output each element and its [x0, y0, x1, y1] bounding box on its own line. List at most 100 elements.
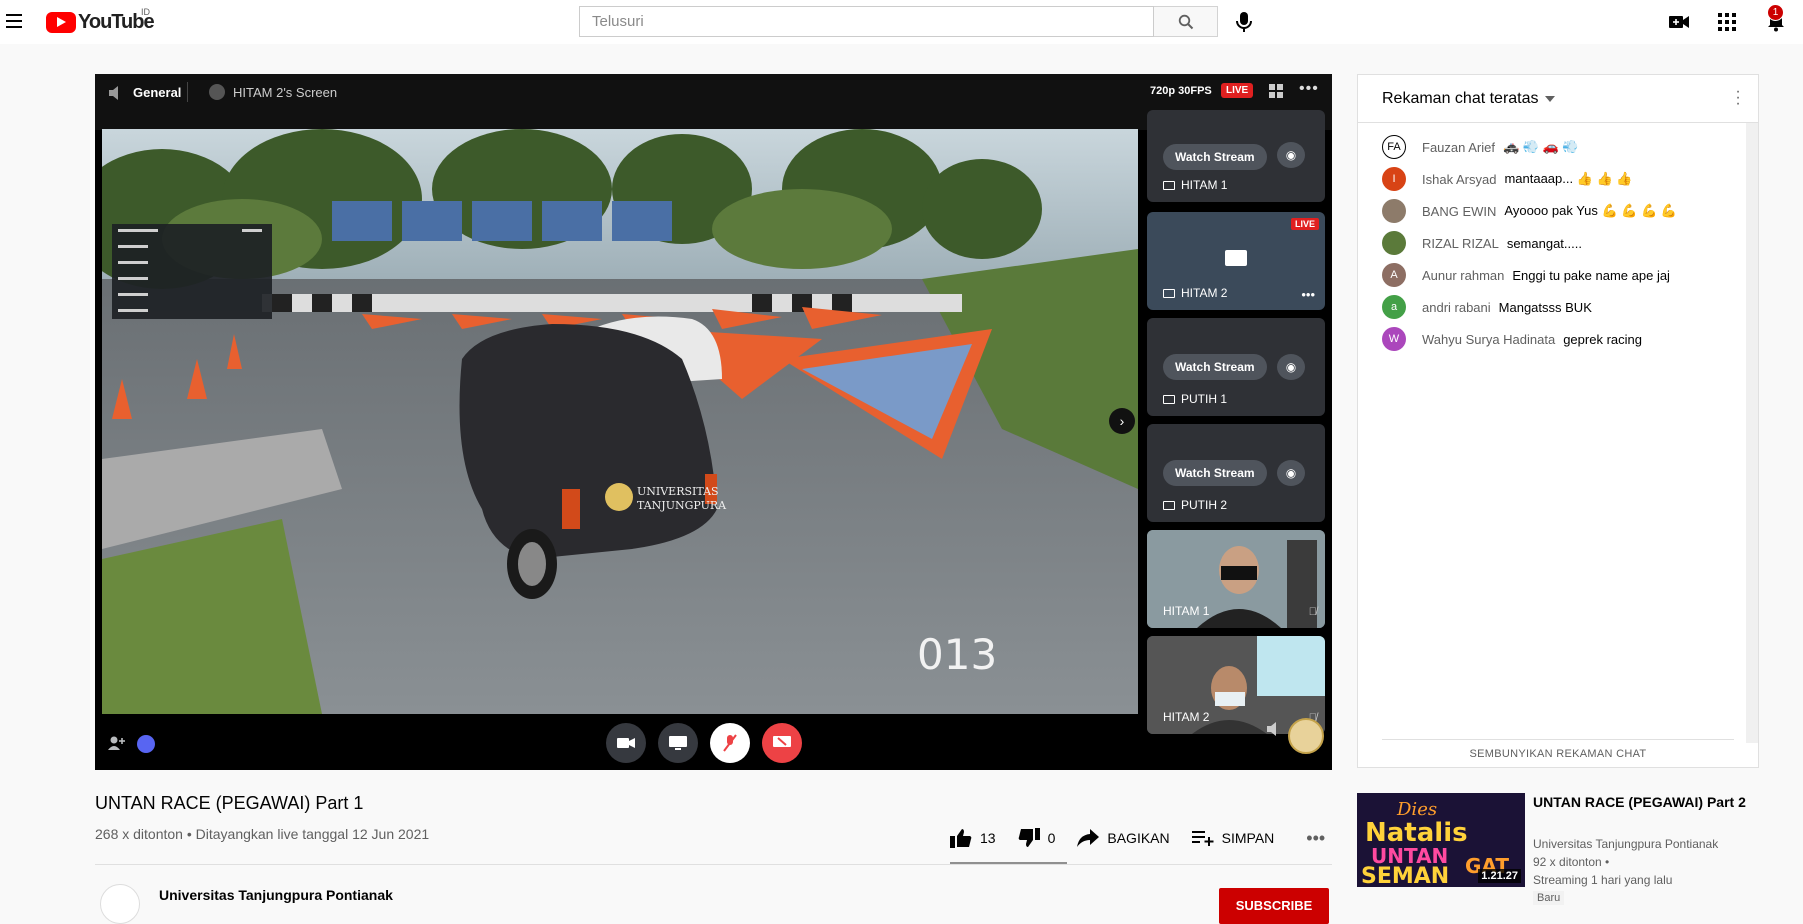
- hide-chat-button[interactable]: SEMBUNYIKAN REKAMAN CHAT: [1358, 741, 1758, 767]
- live-badge: LIVE: [1221, 83, 1254, 98]
- save-button[interactable]: SIMPAN: [1191, 830, 1274, 846]
- svg-text:SEMAN: SEMAN: [1361, 864, 1449, 887]
- chat-author-name[interactable]: andri rabani: [1422, 300, 1491, 315]
- voice-channel-name: General: [133, 85, 182, 100]
- info-divider: [95, 864, 1332, 865]
- channel-avatar[interactable]: [100, 884, 140, 924]
- mute-mic-button[interactable]: [710, 723, 750, 763]
- stop-stream-button[interactable]: [762, 723, 802, 763]
- recommended-video[interactable]: Dies Natalis UNTAN SEMAN GAT 1.21.27 UNT…: [1357, 793, 1759, 905]
- tile-label: HITAM 1: [1163, 178, 1227, 192]
- chat-author-avatar[interactable]: A: [1382, 263, 1406, 287]
- watch-stream-button[interactable]: Watch Stream: [1163, 354, 1267, 380]
- university-crest-icon: [1288, 718, 1324, 754]
- tile-putih-2-stream[interactable]: Watch Stream ◉ PUTIH 2: [1147, 424, 1325, 522]
- like-button[interactable]: 13: [950, 828, 996, 848]
- tile-more-icon[interactable]: •••: [1301, 287, 1315, 302]
- muted-mic-icon: 🎙̸: [1308, 606, 1317, 618]
- chat-message: I Ishak Arsyad mantaaap... 👍 👍 👍: [1382, 163, 1722, 195]
- chat-author-avatar[interactable]: [1382, 231, 1406, 255]
- chat-author-name[interactable]: Ishak Arsyad: [1422, 172, 1496, 187]
- chat-message-text: Enggi tu pake name ape jaj: [1512, 267, 1670, 283]
- video-player[interactable]: General HITAM 2's Screen 720p 30FPS LIVE…: [95, 74, 1332, 770]
- chat-message: a andri rabani Mangatsss BUK: [1382, 291, 1722, 323]
- chat-author-name[interactable]: RIZAL RIZAL: [1422, 236, 1499, 251]
- chat-message-text: geprek racing: [1563, 331, 1642, 347]
- live-chat-replay: Rekaman chat teratas · · · FA Fauzan Arief 🚓…: [1357, 74, 1759, 768]
- game-stream-view: UNIVERSITAS TANJUNGPURA 013: [102, 129, 1138, 714]
- channel-name[interactable]: Universitas Tanjungpura Pontianak: [159, 887, 393, 903]
- screen-share-button[interactable]: [658, 723, 698, 763]
- dislike-button[interactable]: 0: [1018, 828, 1055, 848]
- discord-icon[interactable]: [137, 735, 155, 753]
- tile-live-badge: LIVE: [1290, 218, 1319, 230]
- chat-author-avatar[interactable]: I: [1382, 167, 1406, 191]
- thumbnail-duration: 1.21.27: [1478, 869, 1521, 883]
- user-avatar-icon: [209, 84, 225, 100]
- chat-mode-dropdown[interactable]: Rekaman chat teratas: [1382, 90, 1555, 108]
- chat-message: RIZAL RIZAL semangat.....: [1382, 227, 1722, 259]
- playlist-add-icon: [1191, 831, 1214, 846]
- monitor-icon: [1163, 180, 1175, 190]
- search-input[interactable]: [579, 6, 1154, 37]
- tile-label: HITAM 2: [1163, 286, 1227, 300]
- watch-stream-button[interactable]: Watch Stream: [1163, 144, 1267, 170]
- tile-label: PUTIH 2: [1163, 498, 1227, 512]
- video-actions: 13 0 BAGIKAN SIMPAN •••: [950, 824, 1347, 852]
- speaker-icon: [109, 86, 118, 100]
- watch-together-icon[interactable]: ◉: [1277, 460, 1305, 486]
- grid-layout-icon[interactable]: [1269, 84, 1283, 98]
- tile-label: HITAM 1: [1163, 604, 1210, 618]
- chat-message-list: FA Fauzan Arief 🚓 💨 🚗 💨 I Ishak Arsyad mantaa…: [1382, 131, 1722, 355]
- recommended-channel[interactable]: Universitas Tanjungpura Pontianak: [1533, 837, 1718, 851]
- chat-author-avatar[interactable]: W: [1382, 327, 1406, 351]
- chat-author-name[interactable]: Aunur rahman: [1422, 268, 1504, 283]
- microphone-icon[interactable]: [1233, 10, 1255, 34]
- chat-author-avatar[interactable]: FA: [1382, 135, 1406, 159]
- chat-message-text: Mangatsss BUK: [1498, 299, 1592, 315]
- create-video-icon[interactable]: [1668, 11, 1690, 33]
- youtube-logo[interactable]: YouTube: [46, 11, 155, 34]
- video-camera-icon: [1225, 250, 1247, 266]
- subscribe-button[interactable]: SUBSCRIBE: [1219, 888, 1329, 924]
- search-icon: [1178, 14, 1193, 29]
- watch-together-icon[interactable]: ◉: [1277, 142, 1305, 168]
- lap-counter: 013: [917, 630, 997, 679]
- chat-author-name[interactable]: Wahyu Surya Hadinata: [1422, 332, 1555, 347]
- chat-header: Rekaman chat teratas · · ·: [1358, 75, 1758, 123]
- chat-more-icon[interactable]: · · ·: [1730, 84, 1746, 112]
- stream-quality: 720p 30FPS: [1150, 85, 1212, 97]
- muted-microphone-icon: [723, 734, 737, 752]
- chat-author-name[interactable]: Fauzan Arief: [1422, 140, 1495, 155]
- tile-hitam-1-stream[interactable]: Watch Stream ◉ HITAM 1: [1147, 110, 1325, 202]
- watch-together-icon[interactable]: ◉: [1277, 354, 1305, 380]
- menu-icon[interactable]: [6, 10, 28, 32]
- recommended-thumbnail[interactable]: Dies Natalis UNTAN SEMAN GAT 1.21.27: [1357, 793, 1525, 887]
- recommended-title[interactable]: UNTAN RACE (PEGAWAI) Part 2: [1533, 793, 1759, 812]
- svg-text:Dies: Dies: [1396, 799, 1437, 820]
- chat-author-avatar[interactable]: [1382, 199, 1406, 223]
- volume-icon[interactable]: [1267, 722, 1283, 736]
- share-button[interactable]: BAGIKAN: [1077, 829, 1170, 847]
- more-options-icon[interactable]: •••: [1299, 80, 1319, 98]
- share-label: BAGIKAN: [1107, 830, 1170, 846]
- more-actions-icon[interactable]: •••: [1306, 828, 1325, 849]
- share-icon: [1077, 829, 1100, 847]
- chat-message-text: semangat.....: [1506, 235, 1582, 251]
- tile-putih-1-stream[interactable]: Watch Stream ◉ PUTIH 1: [1147, 318, 1325, 416]
- tile-hitam-2-stream[interactable]: LIVE HITAM 2 •••: [1147, 212, 1325, 310]
- next-chevron-icon[interactable]: ›: [1109, 408, 1135, 434]
- chat-author-name[interactable]: BANG EWIN: [1422, 204, 1496, 219]
- search-button[interactable]: [1154, 6, 1218, 37]
- chat-message-text: Ayoooo pak Yus 💪 💪 💪 💪: [1504, 203, 1678, 218]
- camera-toggle-button[interactable]: [606, 723, 646, 763]
- apps-grid-icon[interactable]: [1716, 11, 1738, 33]
- chat-author-avatar[interactable]: a: [1382, 295, 1406, 319]
- tile-label: HITAM 2: [1163, 710, 1210, 724]
- notification-badge: 1: [1767, 4, 1784, 21]
- tile-hitam-1-camera[interactable]: HITAM 1 🎙̸: [1147, 530, 1325, 628]
- chat-scrollbar[interactable]: [1746, 123, 1758, 743]
- add-friend-icon[interactable]: [107, 736, 125, 750]
- screen-share-icon: [669, 736, 687, 750]
- watch-stream-button[interactable]: Watch Stream: [1163, 460, 1267, 486]
